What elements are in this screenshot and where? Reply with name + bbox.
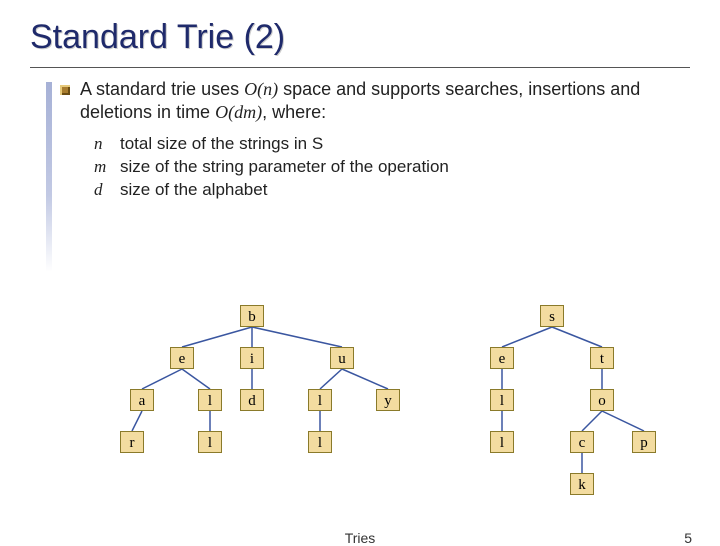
trie-node-s: s — [540, 305, 564, 327]
page-number: 5 — [684, 530, 692, 546]
trie-node-e1: e — [170, 347, 194, 369]
var-d: d — [94, 179, 112, 202]
trie-node-t: t — [590, 347, 614, 369]
trie-node-l4: l — [198, 431, 222, 453]
diamond-bullet-icon — [60, 85, 70, 95]
edge-e1-l1 — [182, 369, 210, 389]
trie-node-y: y — [376, 389, 400, 411]
def-m: m size of the string parameter of the op… — [94, 156, 660, 179]
edge-s-e2 — [502, 327, 552, 347]
edge-o-c — [582, 411, 602, 431]
bullet-1: A standard trie uses O(n) space and supp… — [60, 78, 660, 125]
trie-node-l5: l — [308, 431, 332, 453]
trie-node-l6: l — [490, 431, 514, 453]
trie-edges — [0, 305, 720, 525]
math-o-n: O(n) — [244, 79, 278, 99]
trie-node-c: c — [570, 431, 594, 453]
edge-a-r — [132, 411, 142, 431]
edge-s-t — [552, 327, 602, 347]
trie-node-e2: e — [490, 347, 514, 369]
desc-n: total size of the strings in S — [120, 133, 323, 156]
trie-node-k: k — [570, 473, 594, 495]
edge-u-l2 — [320, 369, 342, 389]
footer-title: Tries — [0, 530, 720, 546]
trie-node-i: i — [240, 347, 264, 369]
slide-body: A standard trie uses O(n) space and supp… — [0, 78, 720, 202]
trie-node-u: u — [330, 347, 354, 369]
trie-node-r: r — [120, 431, 144, 453]
edge-b-u — [252, 327, 342, 347]
math-o-dm: O(dm) — [215, 102, 262, 122]
text: A standard trie uses — [80, 79, 244, 99]
bullet-1-text: A standard trie uses O(n) space and supp… — [80, 78, 660, 125]
desc-m: size of the string parameter of the oper… — [120, 156, 449, 179]
trie-node-b: b — [240, 305, 264, 327]
edge-o-p — [602, 411, 644, 431]
title-rule — [30, 67, 690, 68]
trie-node-p: p — [632, 431, 656, 453]
trie-node-l1: l — [198, 389, 222, 411]
trie-node-o: o — [590, 389, 614, 411]
accent-bar — [46, 82, 52, 272]
desc-d: size of the alphabet — [120, 179, 267, 202]
trie-node-a: a — [130, 389, 154, 411]
trie-node-l3: l — [490, 389, 514, 411]
definitions: n total size of the strings in S m size … — [94, 133, 660, 202]
slide-title: Standard Trie (2) — [0, 0, 720, 63]
def-d: d size of the alphabet — [94, 179, 660, 202]
edge-b-e1 — [182, 327, 252, 347]
def-n: n total size of the strings in S — [94, 133, 660, 156]
trie-node-d1: d — [240, 389, 264, 411]
var-m: m — [94, 156, 112, 179]
edge-u-y — [342, 369, 388, 389]
trie-diagram: bseiuetaldlylorlllcpk — [0, 305, 720, 525]
trie-node-l2: l — [308, 389, 332, 411]
text: , where: — [262, 102, 326, 122]
var-n: n — [94, 133, 112, 156]
edge-e1-a — [142, 369, 182, 389]
